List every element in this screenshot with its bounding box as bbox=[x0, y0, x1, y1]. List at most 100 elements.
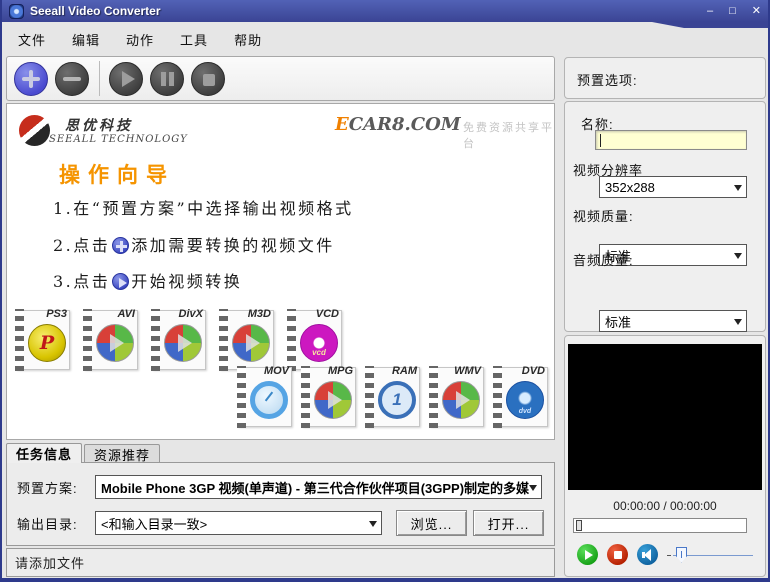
toolbar-divider bbox=[99, 61, 100, 96]
guide-title: 操作向导 bbox=[59, 162, 175, 187]
preset-options-panel: 名称: 视频分辨率 352x288 视频质量: 标准 音频质量: 标准 bbox=[564, 101, 766, 332]
preview-play-button[interactable] bbox=[577, 544, 598, 565]
guide-step-text: 1.在“预置方案”中选择输出视频格式 bbox=[53, 199, 354, 218]
video-preview bbox=[568, 344, 762, 490]
preset-select[interactable]: Mobile Phone 3GP 视频(单声道) - 第三代合作伙伴项目(3GP… bbox=[95, 475, 542, 499]
disc-glyph: 1 bbox=[392, 390, 402, 409]
guide-step: 1.在“预置方案”中选择输出视频格式 bbox=[53, 195, 354, 219]
menu-item[interactable]: 编辑 bbox=[72, 30, 100, 49]
seek-slider-thumb[interactable] bbox=[576, 520, 582, 531]
player-disc-icon bbox=[96, 324, 134, 362]
format-label: RAM bbox=[391, 365, 417, 377]
filmstrip-icon bbox=[237, 366, 246, 428]
filmstrip-icon bbox=[429, 366, 438, 428]
audio-quality-select[interactable]: 标准 bbox=[599, 310, 747, 332]
window-controls: – □ ✕ bbox=[707, 5, 761, 17]
time-display: 00:00:00 / 00:00:00 bbox=[613, 499, 717, 513]
chevron-down-icon bbox=[369, 521, 377, 531]
seeall-logo-icon bbox=[19, 115, 50, 146]
guide-step-text: 添加需要转换的视频文件 bbox=[131, 236, 335, 255]
format-label: DVD bbox=[521, 365, 545, 377]
browse-button[interactable]: 浏览... bbox=[396, 510, 467, 536]
menu-item[interactable]: 动作 bbox=[126, 30, 154, 49]
menu-item[interactable]: 工具 bbox=[180, 30, 208, 49]
site-name: ECAR8.COM bbox=[335, 114, 461, 135]
format-icon-wmv: WMV bbox=[427, 364, 484, 430]
site-tagline: 免费资源共享平台 bbox=[463, 122, 554, 150]
guide-panel: 思优科技 SEEALL TECHNOLOGY ECAR8.COM 免费资源共享平… bbox=[6, 103, 555, 440]
maximize-button[interactable]: □ bbox=[729, 5, 736, 17]
format-label: PS3 bbox=[46, 308, 67, 320]
format-icon-ps3: PS3 P bbox=[13, 307, 70, 373]
minimize-button[interactable]: – bbox=[707, 5, 713, 17]
pause-button[interactable] bbox=[150, 62, 184, 96]
status-text: 请添加文件 bbox=[15, 556, 86, 571]
tab-task-info[interactable]: 任务信息 bbox=[6, 443, 83, 463]
filmstrip-icon bbox=[301, 366, 310, 428]
play-button[interactable] bbox=[109, 62, 143, 96]
resolution-value: 352x288 bbox=[605, 179, 655, 195]
format-label: VCD bbox=[315, 308, 339, 320]
task-info-panel: 预置方案: Mobile Phone 3GP 视频(单声道) - 第三代合作伙伴… bbox=[6, 462, 555, 546]
resolution-select[interactable]: 352x288 bbox=[599, 176, 747, 198]
guide-step-text: 3.点击 bbox=[53, 272, 111, 291]
format-icon-ram: RAM 1 bbox=[363, 364, 420, 430]
menu-item[interactable]: 帮助 bbox=[234, 30, 262, 49]
name-input[interactable] bbox=[595, 130, 747, 150]
remove-button[interactable] bbox=[55, 62, 89, 96]
player-disc-icon bbox=[164, 324, 202, 362]
dvd-disc-icon: dvd bbox=[506, 381, 544, 419]
filmstrip-icon bbox=[151, 309, 160, 371]
disc-glyph: dvd bbox=[518, 408, 532, 415]
filmstrip-icon bbox=[219, 309, 228, 371]
vcd-disc-icon: vcd bbox=[300, 324, 338, 362]
format-label: MPG bbox=[327, 365, 353, 377]
format-icon-mov: MOV bbox=[235, 364, 292, 430]
titlebar: Seeall Video Converter – □ ✕ bbox=[2, 0, 768, 22]
mov-disc-icon bbox=[250, 381, 288, 419]
filmstrip-icon bbox=[83, 309, 92, 371]
output-dir-select[interactable]: <和输入目录一致> bbox=[95, 511, 382, 535]
format-icon-avi: AVI bbox=[81, 307, 138, 373]
status-bar: 请添加文件 bbox=[6, 548, 555, 577]
format-label: WMV bbox=[454, 365, 481, 377]
window-title: Seeall Video Converter bbox=[30, 4, 161, 18]
volume-slider-thumb[interactable] bbox=[676, 546, 687, 563]
open-button[interactable]: 打开... bbox=[473, 510, 544, 536]
tab-resources[interactable]: 资源推荐 bbox=[84, 444, 161, 463]
preset-value: Mobile Phone 3GP 视频(单声道) - 第三代合作伙伴项目(3GP… bbox=[101, 480, 530, 496]
disc-glyph: vcd bbox=[312, 348, 326, 357]
audio-quality-value: 标准 bbox=[605, 314, 632, 330]
format-icon-divx: DivX bbox=[149, 307, 206, 373]
menubar: 文件 编辑 动作 工具 帮助 bbox=[4, 22, 560, 56]
ps3-disc-icon: P bbox=[28, 324, 66, 362]
volume-slider[interactable] bbox=[667, 546, 753, 564]
menu-item[interactable]: 文件 bbox=[18, 30, 46, 49]
tabbar: 任务信息 资源推荐 bbox=[6, 443, 161, 463]
play-icon bbox=[112, 273, 130, 290]
player-disc-icon bbox=[232, 324, 270, 362]
chevron-down-icon bbox=[734, 253, 742, 263]
text-caret bbox=[600, 134, 601, 147]
guide-step: 3.点击 开始视频转换 bbox=[53, 268, 242, 292]
film-reel-icon bbox=[9, 3, 24, 19]
preview-stop-button[interactable] bbox=[607, 544, 628, 565]
add-button[interactable] bbox=[14, 62, 48, 96]
chevron-down-icon bbox=[734, 185, 742, 195]
guide-step: 2.点击 添加需要转换的视频文件 bbox=[53, 232, 335, 256]
volume-icon[interactable] bbox=[637, 544, 658, 565]
chevron-down-icon bbox=[734, 319, 742, 329]
stop-button[interactable] bbox=[191, 62, 225, 96]
format-icons-row2: MOV MPG RAM 1 WMV DVD dvd bbox=[235, 364, 548, 430]
format-label: DivX bbox=[178, 308, 203, 320]
seek-slider[interactable] bbox=[573, 518, 747, 533]
format-label: M3D bbox=[247, 308, 271, 320]
preset-options-header-box: 预置选项: bbox=[564, 57, 766, 99]
preset-options-title: 预置选项: bbox=[577, 73, 638, 88]
player-controls bbox=[577, 544, 753, 565]
video-quality-label: 视频质量: bbox=[573, 209, 634, 224]
logo-chinese-name: 思优科技 bbox=[65, 118, 133, 134]
preset-label: 预置方案: bbox=[17, 480, 78, 496]
close-button[interactable]: ✕ bbox=[752, 5, 761, 17]
filmstrip-icon bbox=[365, 366, 374, 428]
